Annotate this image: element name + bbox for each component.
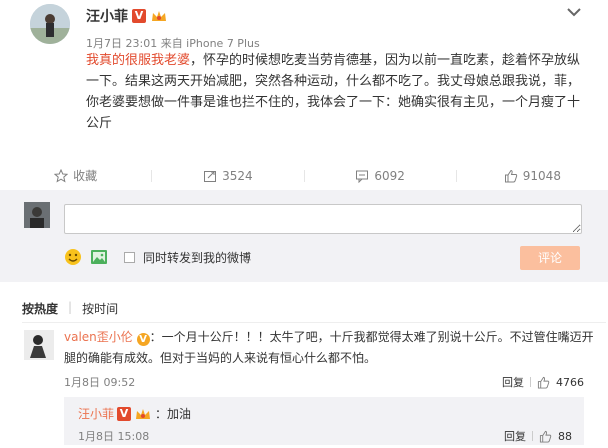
composer-tools: 同时转发到我的微博	[64, 248, 251, 266]
favorite-label: 收藏	[73, 169, 98, 183]
reply-body: ：加油	[155, 407, 192, 421]
member-crown-icon	[152, 11, 166, 21]
comment-input[interactable]	[64, 204, 582, 234]
comment-icon	[356, 170, 369, 183]
repost-count: 3524	[222, 168, 253, 183]
comment-actions: 回复 4766	[502, 374, 584, 390]
chevron-down-icon[interactable]	[564, 4, 584, 20]
comment-time: 1月8日 09:52	[64, 376, 136, 389]
commenter-avatar[interactable]	[24, 330, 54, 360]
tab-sort-hot[interactable]: 按热度	[22, 300, 58, 317]
weibo-post: 汪小菲 V 1月7日 23:01 来自 iPhone 7 Plus 我真的很服我…	[0, 0, 608, 190]
comment-button[interactable]: 6092	[305, 169, 456, 183]
reply-text: 汪小菲 V ：加油	[78, 405, 191, 422]
sort-tabs: 按热度 | 按时间	[22, 300, 118, 317]
thumbs-up-icon[interactable]	[539, 430, 552, 443]
post-actions: 收藏 3524 6092 91048	[0, 163, 608, 188]
author-avatar[interactable]	[30, 4, 70, 44]
post-content: 我真的很服我老婆，怀孕的时候想吃麦当劳肯德基，因为以前一直吃素，趁着怀孕放纵一下…	[86, 50, 586, 134]
repost-button[interactable]: 3524	[152, 169, 303, 183]
comment-text: valen歪小伦 V ：一个月十公斤！！！太牛了吧，十斤我都觉得太难了别说十公斤。…	[64, 327, 594, 369]
divider	[22, 322, 606, 323]
comment-count: 6092	[374, 168, 405, 183]
like-button[interactable]: 91048	[457, 169, 608, 183]
repost-icon	[204, 170, 217, 182]
verified-badge-icon: V	[117, 406, 132, 421]
favorite-button[interactable]: 收藏	[0, 167, 151, 184]
repost-checkbox-label[interactable]: 同时转发到我的微博	[143, 249, 251, 266]
like-count: 91048	[522, 168, 561, 183]
reply-time: 1月8日 15:08	[78, 430, 150, 443]
repost-checkbox[interactable]	[124, 251, 135, 263]
reply-actions: 回复 88	[504, 428, 572, 444]
comment-like-count: 4766	[556, 375, 584, 389]
comment-composer: 同时转发到我的微博 评论	[0, 190, 608, 282]
divider	[530, 377, 531, 387]
divider: |	[68, 300, 73, 314]
author-name[interactable]: 汪小菲	[86, 6, 128, 26]
author-name-row: 汪小菲 V	[86, 6, 168, 26]
reply-meta: 1月8日 15:08 回复 88	[78, 428, 572, 444]
nested-reply: 汪小菲 V ：加油 1月8日 15:08 回复 88	[64, 397, 584, 445]
verified-badge-icon: V	[132, 9, 146, 23]
comment-meta: 1月8日 09:52 回复 4766	[64, 374, 584, 390]
image-icon[interactable]	[90, 249, 108, 265]
reply-like-count: 88	[558, 429, 572, 443]
submit-comment-button[interactable]: 评论	[520, 246, 580, 270]
divider	[532, 431, 533, 441]
verified-badge-icon: V	[136, 333, 150, 346]
reply-button[interactable]: 回复	[502, 374, 524, 390]
thumbs-up-icon[interactable]	[537, 376, 550, 389]
reply-button[interactable]: 回复	[504, 428, 526, 444]
thumbs-up-icon	[504, 169, 517, 182]
star-icon	[54, 168, 69, 183]
commenter-name[interactable]: valen歪小伦	[64, 330, 133, 344]
emoji-icon[interactable]	[64, 248, 82, 266]
post-highlight: 我真的很服我老婆	[86, 53, 191, 68]
tab-sort-time[interactable]: 按时间	[82, 300, 118, 317]
my-avatar[interactable]	[24, 202, 50, 228]
member-crown-icon	[136, 408, 151, 419]
reply-author-name[interactable]: 汪小菲	[78, 405, 114, 422]
post-meta: 1月7日 23:01 来自 iPhone 7 Plus	[86, 37, 260, 50]
